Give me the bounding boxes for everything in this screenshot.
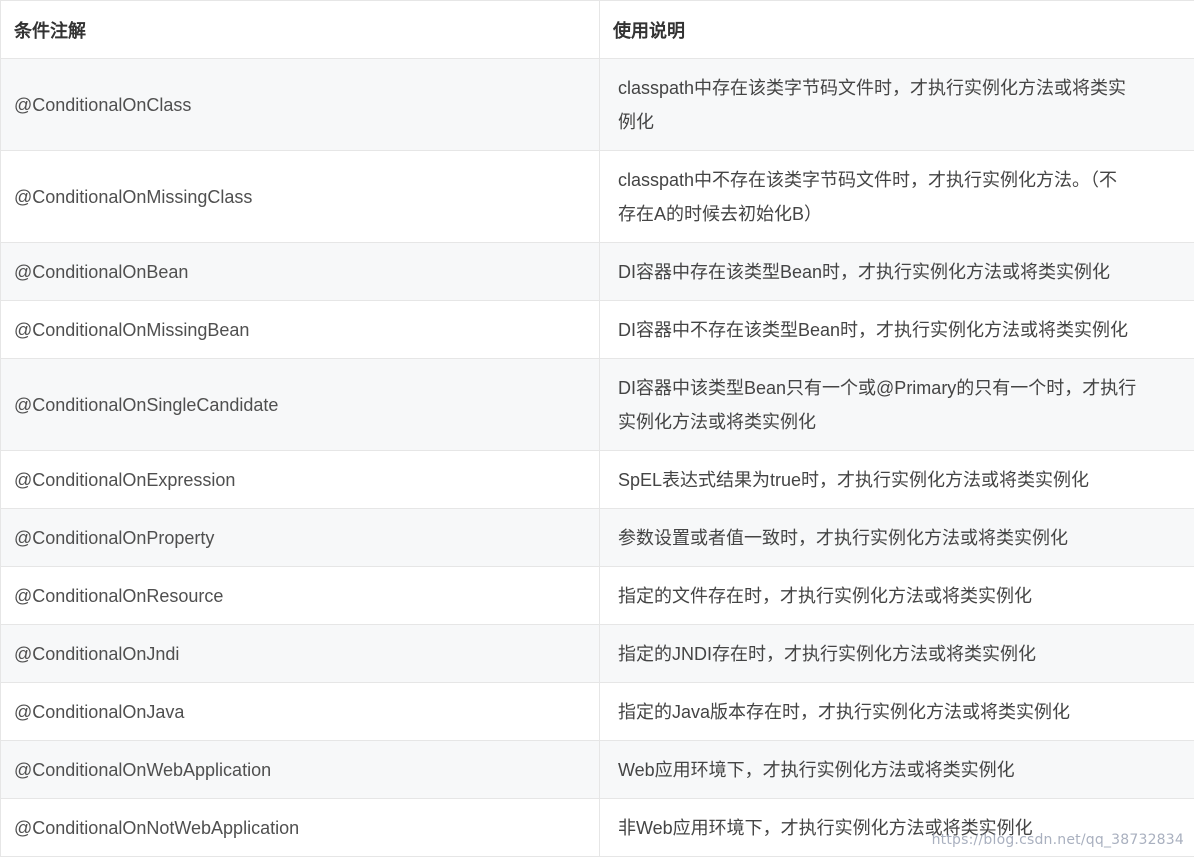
- description-cell: Web应用环境下，才执行实例化方法或将类实例化: [599, 740, 1194, 799]
- description-cell: DI容器中不存在该类型Bean时，才执行实例化方法或将类实例化: [599, 300, 1194, 359]
- table-row: @ConditionalOnJndi 指定的JNDI存在时，才执行实例化方法或将…: [0, 624, 1194, 683]
- description-cell: 指定的文件存在时，才执行实例化方法或将类实例化: [599, 566, 1194, 625]
- annotation-cell: @ConditionalOnMissingClass: [0, 150, 600, 243]
- annotation-table: 条件注解 使用说明 @ConditionalOnClass classpath中…: [0, 0, 1194, 857]
- header-row: 条件注解 使用说明: [0, 0, 1194, 59]
- annotation-cell: @ConditionalOnProperty: [0, 508, 600, 567]
- description-cell: classpath中不存在该类字节码文件时，才执行实例化方法。（不 存在A的时候…: [599, 150, 1194, 243]
- description-cell: 指定的Java版本存在时，才执行实例化方法或将类实例化: [599, 682, 1194, 741]
- table-row: @ConditionalOnResource 指定的文件存在时，才执行实例化方法…: [0, 566, 1194, 625]
- description-cell: DI容器中存在该类型Bean时，才执行实例化方法或将类实例化: [599, 242, 1194, 301]
- table-body: @ConditionalOnClass classpath中存在该类字节码文件时…: [0, 58, 1194, 857]
- table-header: 条件注解 使用说明: [0, 0, 1194, 59]
- table-row: @ConditionalOnExpression SpEL表达式结果为true时…: [0, 450, 1194, 509]
- annotation-cell: @ConditionalOnMissingBean: [0, 300, 600, 359]
- watermark: https://blog.csdn.net/qq_38732834: [931, 832, 1184, 848]
- annotation-cell: @ConditionalOnBean: [0, 242, 600, 301]
- description-cell: 指定的JNDI存在时，才执行实例化方法或将类实例化: [599, 624, 1194, 683]
- description-cell: 参数设置或者值一致时，才执行实例化方法或将类实例化: [599, 508, 1194, 567]
- description-cell: DI容器中该类型Bean只有一个或@Primary的只有一个时，才执行 实例化方…: [599, 358, 1194, 451]
- table-row: @ConditionalOnProperty 参数设置或者值一致时，才执行实例化…: [0, 508, 1194, 567]
- column-header-annotation: 条件注解: [0, 0, 600, 59]
- annotation-cell: @ConditionalOnResource: [0, 566, 600, 625]
- annotation-cell: @ConditionalOnClass: [0, 58, 600, 151]
- description-cell: classpath中存在该类字节码文件时，才执行实例化方法或将类实 例化: [599, 58, 1194, 151]
- table-row: @ConditionalOnMissingBean DI容器中不存在该类型Bea…: [0, 300, 1194, 359]
- annotation-cell: @ConditionalOnNotWebApplication: [0, 798, 600, 857]
- annotation-cell: @ConditionalOnJava: [0, 682, 600, 741]
- table-row: @ConditionalOnBean DI容器中存在该类型Bean时，才执行实例…: [0, 242, 1194, 301]
- annotation-cell: @ConditionalOnJndi: [0, 624, 600, 683]
- annotation-cell: @ConditionalOnSingleCandidate: [0, 358, 600, 451]
- table-row: @ConditionalOnJava 指定的Java版本存在时，才执行实例化方法…: [0, 682, 1194, 741]
- table-row: @ConditionalOnSingleCandidate DI容器中该类型Be…: [0, 358, 1194, 451]
- annotation-cell: @ConditionalOnWebApplication: [0, 740, 600, 799]
- table-row: @ConditionalOnWebApplication Web应用环境下，才执…: [0, 740, 1194, 799]
- column-header-description: 使用说明: [599, 0, 1194, 59]
- annotation-cell: @ConditionalOnExpression: [0, 450, 600, 509]
- description-cell: SpEL表达式结果为true时，才执行实例化方法或将类实例化: [599, 450, 1194, 509]
- table-row: @ConditionalOnClass classpath中存在该类字节码文件时…: [0, 58, 1194, 151]
- table-row: @ConditionalOnMissingClass classpath中不存在…: [0, 150, 1194, 243]
